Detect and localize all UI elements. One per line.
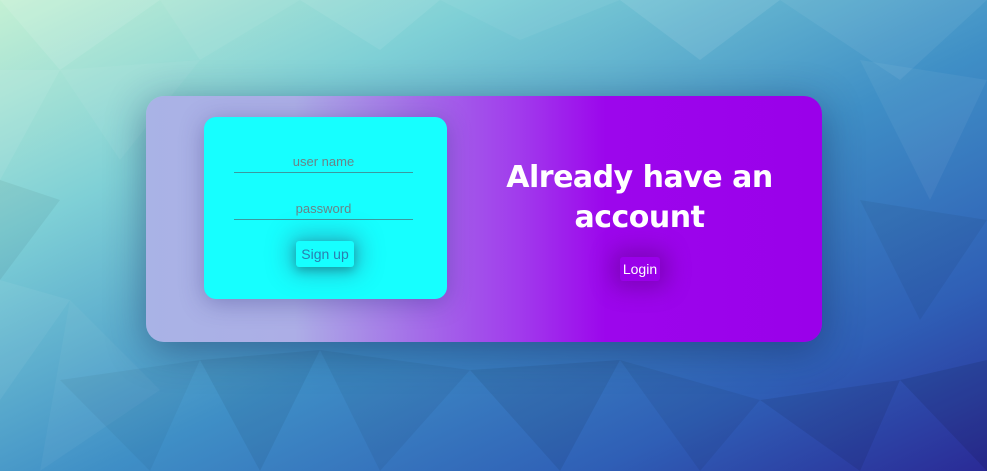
signup-button[interactable]: Sign up (296, 241, 354, 267)
signup-form-panel: Sign up (204, 117, 447, 299)
password-field[interactable] (234, 197, 413, 220)
login-info: Already have an account (488, 158, 791, 238)
username-field[interactable] (234, 150, 413, 173)
auth-card: Sign up Already have an account Login (146, 96, 822, 342)
login-heading: Already have an account (506, 160, 773, 235)
login-button[interactable]: Login (620, 257, 660, 281)
